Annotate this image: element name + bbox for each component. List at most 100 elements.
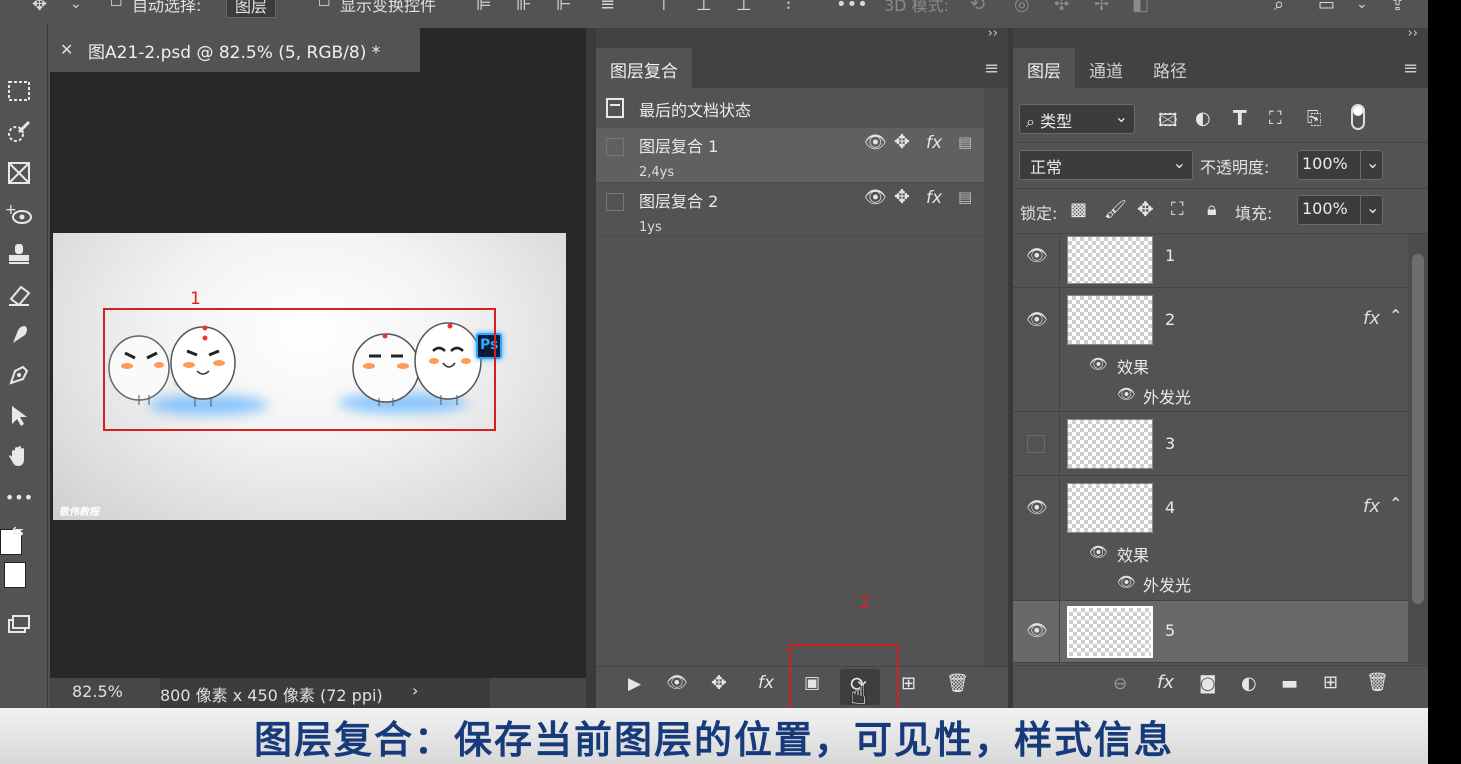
lock-transparency-icon[interactable]: ▩ xyxy=(1070,199,1087,220)
stamp-tool-icon[interactable] xyxy=(4,239,34,269)
3d-roll-icon[interactable]: ◎ xyxy=(1014,0,1030,15)
position-icon[interactable]: ✥ xyxy=(894,131,910,153)
marquee-tool-icon[interactable] xyxy=(4,76,34,106)
eraser-tool-icon[interactable] xyxy=(4,280,34,310)
swap-colors-icon[interactable]: ⇆ xyxy=(12,524,24,540)
smudge-tool-icon[interactable] xyxy=(4,320,34,350)
pen-tool-icon[interactable] xyxy=(4,360,34,390)
auto-select-dropdown[interactable]: 图层 xyxy=(226,0,277,18)
layer-row[interactable]: 👁︎ 2 fx ⌃ 👁︎ 效果 👁︎ 外发光 xyxy=(1013,288,1408,412)
more-tools-icon[interactable]: ••• xyxy=(4,482,34,512)
visibility-icon[interactable]: 👁︎ xyxy=(1026,498,1048,518)
3d-rotate-icon[interactable]: ⟲ xyxy=(970,0,985,15)
visibility-icon[interactable]: 👁︎ xyxy=(1089,543,1108,561)
fill-input[interactable]: 100% ⌄ xyxy=(1297,195,1383,225)
hand-tool-icon[interactable] xyxy=(4,441,34,471)
chevron-right-icon[interactable]: › xyxy=(412,681,418,700)
workspace-icon[interactable]: ▭ xyxy=(1318,0,1335,15)
play-icon[interactable]: ▶ xyxy=(628,674,641,694)
fx-icon[interactable]: fx xyxy=(1363,496,1380,517)
apply-comp-checkbox[interactable] xyxy=(606,193,624,211)
type-filter-icon[interactable]: T xyxy=(1233,106,1247,130)
visibility-icon[interactable]: 👁︎ xyxy=(1026,621,1048,641)
trash-icon[interactable]: 🗑︎ xyxy=(1366,672,1389,693)
spot-healing-tool-icon[interactable]: + xyxy=(4,199,34,229)
checkbox-icon[interactable]: ☐ xyxy=(318,0,331,10)
align-right-icon[interactable]: ⊩ xyxy=(556,0,572,15)
pixel-filter-icon[interactable]: 🖾 xyxy=(1158,108,1178,138)
smart-object-filter-icon[interactable]: ⎘ xyxy=(1307,108,1321,129)
align-top-icon[interactable]: ⊤ xyxy=(656,0,672,15)
more-icon[interactable]: ••• xyxy=(836,0,868,15)
show-transform-label[interactable]: 显示变换控件 xyxy=(340,0,436,16)
adjustment-filter-icon[interactable]: ◐ xyxy=(1195,108,1211,129)
panel-menu-icon[interactable]: ≡ xyxy=(984,58,999,79)
layer-comp-row[interactable]: 图层复合 2 1ys 👁︎ ✥ fx ▤ xyxy=(596,182,984,236)
visibility-icon[interactable]: 👁︎ xyxy=(864,132,887,153)
align-middle-icon[interactable]: ⊥ xyxy=(696,0,712,15)
layer-row[interactable]: 👁︎ 1 xyxy=(1013,234,1408,288)
frame-tool-icon[interactable] xyxy=(4,158,34,188)
3d-pan-icon[interactable]: ✣ xyxy=(1054,0,1069,15)
close-icon[interactable]: ✕ xyxy=(60,40,73,59)
last-document-state-row[interactable]: 最后的文档状态 xyxy=(596,88,984,128)
apply-comp-checkbox[interactable] xyxy=(606,138,624,156)
document-tab[interactable]: ✕ 图A21-2.psd @ 82.5% (5, RGB/8) * xyxy=(50,28,420,72)
lock-all-icon[interactable]: 🔒︎ xyxy=(1207,199,1217,220)
share-icon[interactable]: ⇪ xyxy=(1390,0,1405,15)
align-bottom-icon[interactable]: ⊥ xyxy=(736,0,752,15)
visibility-icon[interactable]: 👁︎ xyxy=(1117,385,1136,403)
position-icon[interactable]: ✥ xyxy=(894,186,910,208)
add-layer-style-icon[interactable]: fx xyxy=(1157,672,1174,693)
visibility-icon[interactable]: 👁︎ xyxy=(1026,310,1048,330)
quick-selection-tool-icon[interactable] xyxy=(4,117,34,147)
path-selection-tool-icon[interactable] xyxy=(4,401,34,431)
new-adjustment-layer-icon[interactable]: ◐ xyxy=(1241,673,1257,694)
search-icon[interactable]: ⌕ xyxy=(1274,0,1284,15)
visibility-icon[interactable]: 👁︎ xyxy=(864,187,887,208)
screen-mode-icon[interactable] xyxy=(4,609,34,639)
lock-position-icon[interactable]: ✥ xyxy=(1137,197,1154,221)
collapse-icon[interactable]: ›› xyxy=(1408,26,1418,41)
new-layer-icon[interactable]: ⊞ xyxy=(1323,672,1338,693)
chevron-up-icon[interactable]: ⌃ xyxy=(1389,494,1402,513)
new-comp-icon[interactable]: ⊞ xyxy=(901,673,916,694)
collapse-icon[interactable]: ›› xyxy=(988,26,998,41)
visibility-icon[interactable]: 👁︎ xyxy=(1026,246,1048,266)
panel-menu-icon[interactable]: ≡ xyxy=(1403,58,1418,79)
blend-mode-dropdown[interactable]: 正常 ⌄ xyxy=(1019,150,1193,180)
new-group-icon[interactable]: ▬ xyxy=(1281,673,1298,694)
add-mask-icon[interactable]: ◙ xyxy=(1199,673,1216,694)
apply-visibility-icon[interactable]: 👁︎ xyxy=(666,673,688,693)
chevron-down-icon[interactable]: ⌄ xyxy=(1360,196,1382,224)
lock-artboard-icon[interactable]: ⛶ xyxy=(1171,199,1184,220)
tab-layers[interactable]: 图层 xyxy=(1013,48,1075,88)
distribute-vertical-icon[interactable]: ⫶ xyxy=(786,0,791,15)
fx-icon[interactable]: fx xyxy=(926,188,942,208)
layer-comp-row[interactable]: 图层复合 1 2,4ys 👁︎ ✥ fx ▤ xyxy=(596,128,984,182)
tab-layer-comps[interactable]: 图层复合 xyxy=(596,48,692,88)
layer-row[interactable]: 👁︎ 4 fx ⌃ 👁︎ 效果 👁︎ 外发光 xyxy=(1013,476,1408,601)
chevron-down-icon[interactable]: ⌄ xyxy=(70,0,82,12)
tab-paths[interactable]: 路径 xyxy=(1139,48,1201,88)
chevron-down-icon[interactable]: ⌄ xyxy=(1356,0,1368,12)
chevron-up-icon[interactable]: ⌃ xyxy=(1389,306,1402,325)
3d-slide-icon[interactable]: ✢ xyxy=(1094,0,1109,15)
3d-camera-icon[interactable]: ◧ xyxy=(1132,0,1149,15)
fx-icon[interactable]: fx xyxy=(926,133,942,153)
zoom-level[interactable]: 82.5% xyxy=(72,682,123,701)
layer-row[interactable]: 3 xyxy=(1013,412,1408,476)
move-tool-icon[interactable]: ✥ xyxy=(32,0,47,15)
scrollbar-thumb[interactable] xyxy=(1412,254,1424,604)
background-color-swatch[interactable] xyxy=(4,562,26,588)
document-info[interactable]: 800 像素 x 450 像素 (72 ppi) › xyxy=(160,678,490,708)
apply-style-icon[interactable]: fx xyxy=(758,673,774,693)
appearance-icon[interactable]: ▤ xyxy=(958,188,972,206)
filter-type-dropdown[interactable]: ⌕ 类型 ⌄ xyxy=(1019,104,1135,134)
appearance-icon[interactable]: ▤ xyxy=(958,133,972,151)
align-left-icon[interactable]: ⊫ xyxy=(476,0,492,15)
visibility-icon[interactable]: 👁︎ xyxy=(1117,573,1136,591)
link-layers-icon[interactable]: ⊖ xyxy=(1113,674,1127,694)
chevron-down-icon[interactable]: ⌄ xyxy=(1360,151,1382,179)
visibility-icon[interactable]: 👁︎ xyxy=(1089,355,1108,373)
